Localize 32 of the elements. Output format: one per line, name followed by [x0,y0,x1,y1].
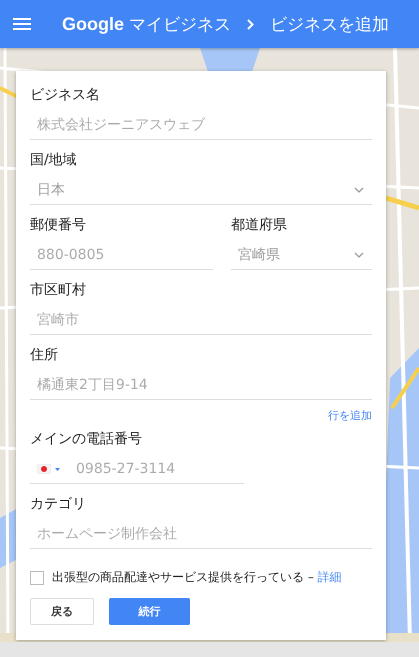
input-field[interactable]: ホームページ制作会社 [30,520,372,549]
product-name: マイビジネス [129,14,231,36]
add-line-link[interactable]: 行を追加 [328,408,372,423]
input-field[interactable]: 橘通東2丁目9-14 [30,371,372,400]
brand-name: Google [62,14,124,34]
menu-icon[interactable] [13,18,31,30]
field-label: 郵便番号 [30,216,87,235]
chevron-down-icon [354,252,364,258]
checkbox[interactable] [30,570,44,584]
field-label: 市区町村 [30,281,87,300]
input-field[interactable]: 880-0805 [30,241,213,270]
flag-icon [37,464,51,474]
field-label: カテゴリ [30,495,87,514]
field-label: 都道府県 [231,216,288,235]
phone-input[interactable]: 0985-27-3114 [76,461,242,477]
input-field[interactable]: 宮崎市 [30,306,372,335]
phone-field[interactable]: 0985-27-3114 [30,455,244,484]
field-label: 住所 [30,346,59,365]
checkbox-label: 出張型の商品配達やサービス提供を行っている – 詳細 [52,569,342,586]
select-field[interactable]: 宮崎県 [231,241,372,270]
back-button[interactable]: 戻る [30,598,94,625]
page-title: ビジネスを追加 [270,14,389,36]
field-label: メインの電話番号 [30,430,143,449]
details-link[interactable]: 詳細 [318,570,342,584]
select-field[interactable]: 日本 [30,176,372,205]
caret-icon[interactable] [55,468,60,470]
chevron-right-icon [247,18,254,30]
input-field[interactable]: 株式会社ジーニアスウェブ [30,111,372,140]
continue-button[interactable]: 続行 [109,598,190,625]
field-label: 国/地域 [30,151,78,170]
chevron-down-icon [354,187,364,193]
field-label: ビジネス名 [30,86,101,105]
